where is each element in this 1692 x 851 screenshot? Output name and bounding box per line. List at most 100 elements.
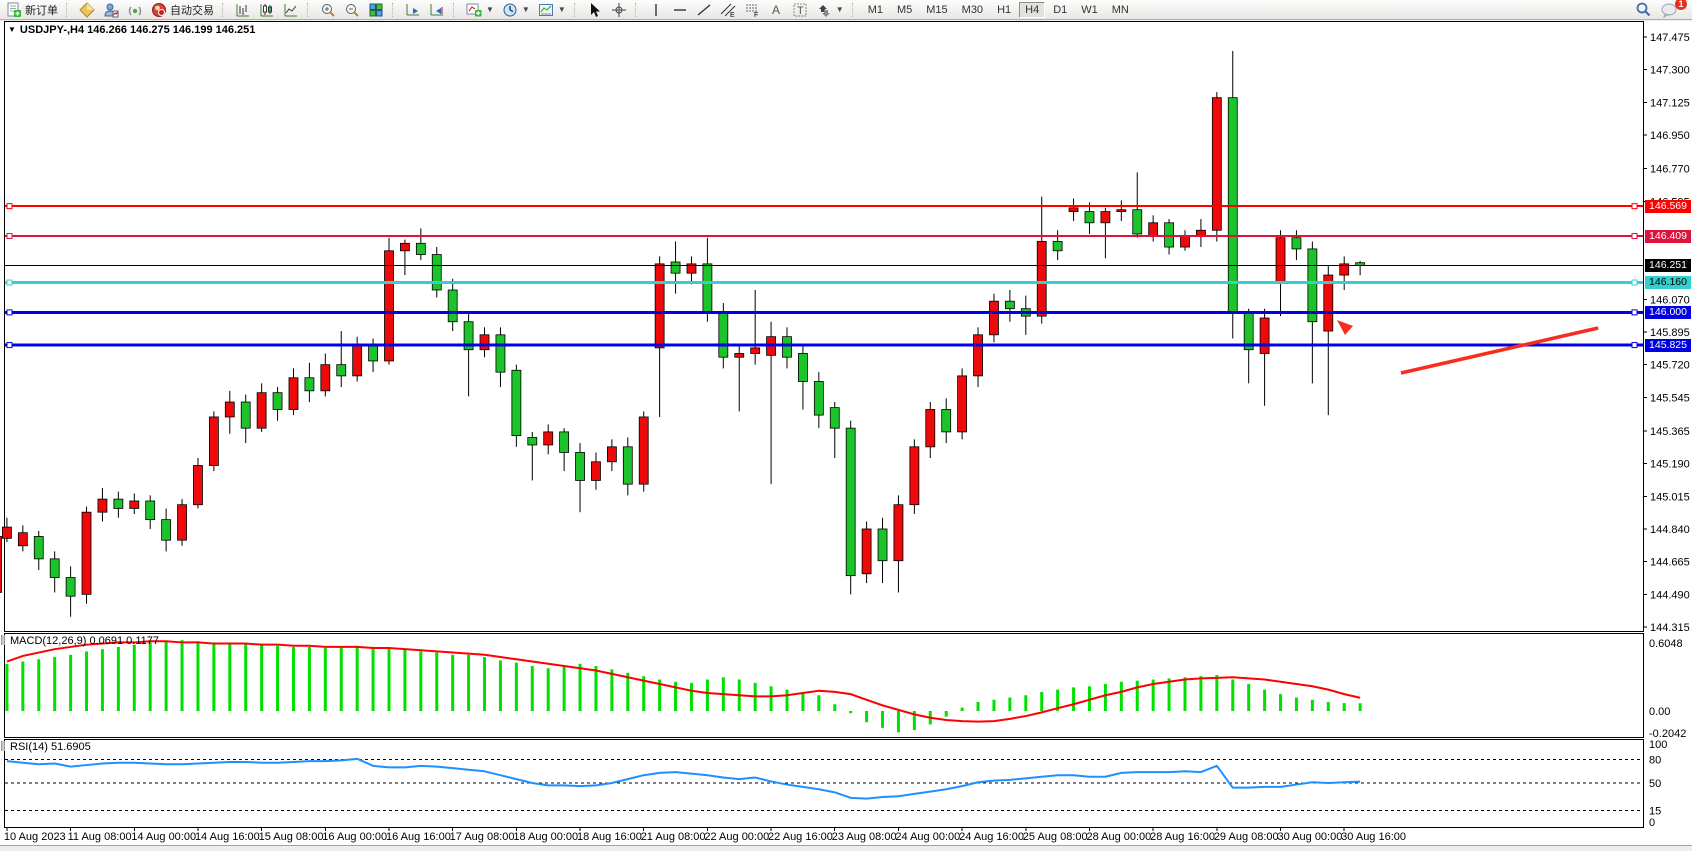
timeframe-m30[interactable]: M30: [956, 2, 989, 18]
timeframe-m5[interactable]: M5: [891, 2, 918, 18]
line-handle[interactable]: [7, 343, 12, 348]
chat-button[interactable]: 1: [1657, 1, 1681, 19]
timeframe-mn[interactable]: MN: [1106, 2, 1135, 18]
signal-button[interactable]: [124, 1, 146, 19]
templates-icon: [538, 2, 554, 18]
indicator-diamond-button[interactable]: [76, 1, 98, 19]
price-tick-label: 144.490: [1650, 589, 1690, 601]
text-label-button[interactable]: T: [789, 1, 811, 19]
tile-windows-button[interactable]: [365, 1, 387, 19]
macd-histogram-bar: [1343, 703, 1346, 711]
time-tick-label: 24 Aug 16:00: [959, 831, 1024, 843]
rsi-tick-label: 100: [1649, 739, 1667, 751]
notification-badge: 1: [1675, 0, 1687, 10]
macd-histogram-bar: [403, 649, 406, 711]
candle-down: [241, 402, 250, 428]
collapse-icon[interactable]: ▼: [8, 25, 16, 34]
macd-histogram-bar: [37, 659, 40, 711]
macd-histogram-bar: [992, 700, 995, 711]
macd-histogram-bar: [1008, 698, 1011, 711]
line-handle[interactable]: [1632, 343, 1637, 348]
time-tick-label: 14 Aug 00:00: [131, 831, 196, 843]
cursor-button[interactable]: [584, 1, 606, 19]
chart-shift-button[interactable]: [426, 1, 448, 19]
zoom-out-button[interactable]: [341, 1, 363, 19]
macd-histogram-bar: [563, 666, 566, 711]
macd-histogram-bar: [579, 664, 582, 711]
add-indicator-button[interactable]: ▼: [463, 1, 497, 19]
vertical-line-button[interactable]: [645, 1, 667, 19]
candle-up: [480, 335, 489, 350]
candle-down: [416, 243, 425, 254]
line-handle[interactable]: [1632, 280, 1637, 285]
line-handle[interactable]: [7, 204, 12, 209]
macd-tick-label: 0.00: [1649, 706, 1670, 718]
candle-down: [783, 337, 792, 358]
candlestick-mode-button[interactable]: [256, 1, 278, 19]
auto-scroll-button[interactable]: [402, 1, 424, 19]
candle-up: [400, 243, 409, 250]
timeframe-h4[interactable]: H4: [1019, 2, 1045, 18]
macd-histogram-bar: [961, 708, 964, 711]
new-order-button[interactable]: 新订单: [3, 1, 61, 19]
macd-histogram-bar: [69, 655, 72, 711]
indicator-diamond-icon: [79, 2, 95, 18]
periods-button[interactable]: ▼: [499, 1, 533, 19]
time-tick-label: 28 Aug 00:00: [1086, 831, 1151, 843]
line-handle[interactable]: [1632, 310, 1637, 315]
candle-down: [623, 447, 632, 484]
chart-canvas[interactable]: 147.475147.300147.125146.950146.770146.5…: [0, 0, 1692, 851]
line-handle[interactable]: [7, 310, 12, 315]
trendline-button[interactable]: [693, 1, 715, 19]
candle-up: [0, 536, 2, 592]
price-tick-label: 144.665: [1650, 557, 1690, 569]
macd-histogram-bar: [706, 680, 709, 711]
timeframe-m1[interactable]: M1: [862, 2, 889, 18]
timeframe-d1[interactable]: D1: [1047, 2, 1073, 18]
auto-scroll-icon: [405, 2, 421, 18]
zoom-in-button[interactable]: [317, 1, 339, 19]
new-order-icon: [6, 2, 22, 18]
periods-icon: [502, 2, 518, 18]
candle-down: [448, 290, 457, 322]
equidistant-channel-button[interactable]: E: [717, 1, 739, 19]
timeframe-m15[interactable]: M15: [920, 2, 953, 18]
macd-histogram-bar: [451, 655, 454, 711]
templates-button[interactable]: ▼: [535, 1, 569, 19]
arrows-button[interactable]: ▼: [813, 1, 847, 19]
candle-up: [591, 462, 600, 481]
time-tick-label: 30 Aug 00:00: [1278, 831, 1343, 843]
candle-up: [1181, 236, 1190, 247]
candle-down: [1228, 98, 1237, 313]
rsi-tick-label: 0: [1649, 817, 1655, 829]
trader-button[interactable]: [100, 1, 122, 19]
fibonacci-button[interactable]: F: [741, 1, 763, 19]
search-icon: [1635, 1, 1652, 18]
crosshair-button[interactable]: [608, 1, 630, 19]
line-handle[interactable]: [7, 234, 12, 239]
fibonacci-icon: F: [744, 2, 760, 18]
text-button[interactable]: A: [765, 1, 787, 19]
macd-histogram-bar: [21, 662, 24, 711]
line-handle[interactable]: [7, 280, 12, 285]
bar-chart-mode-button[interactable]: [232, 1, 254, 19]
candle-down: [528, 437, 537, 444]
horizontal-line-button[interactable]: [669, 1, 691, 19]
auto-trading-button[interactable]: 自动交易: [148, 1, 217, 19]
macd-histogram-bar: [1279, 694, 1282, 711]
timeframe-h1[interactable]: H1: [991, 2, 1017, 18]
line-chart-mode-button[interactable]: [280, 1, 302, 19]
macd-histogram-bar: [165, 641, 168, 711]
price-tick-label: 147.300: [1650, 65, 1690, 77]
line-handle[interactable]: [1632, 234, 1637, 239]
timeframe-w1[interactable]: W1: [1075, 2, 1104, 18]
text-label-icon: T: [792, 2, 808, 18]
candle-down: [703, 264, 712, 313]
search-button[interactable]: [1632, 1, 1655, 19]
price-tick-label: 144.840: [1650, 524, 1690, 536]
candle-up: [1276, 238, 1285, 283]
line-handle[interactable]: [1632, 204, 1637, 209]
macd-histogram-bar: [419, 651, 422, 711]
macd-histogram-bar: [594, 666, 597, 711]
candle-down: [1133, 210, 1142, 234]
